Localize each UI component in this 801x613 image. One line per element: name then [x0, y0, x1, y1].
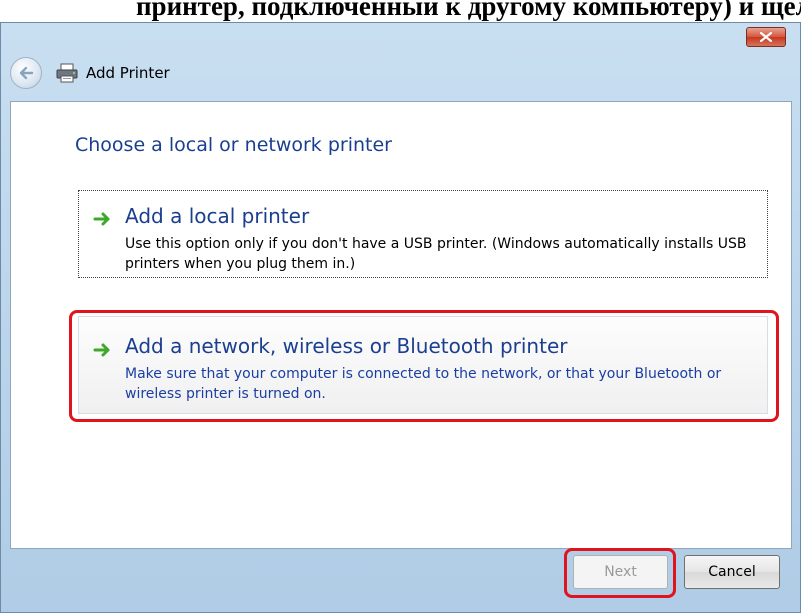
option-description: Use this option only if you don't have a… [125, 236, 747, 272]
add-printer-window: Add Printer Choose a local or network pr… [0, 22, 801, 613]
back-button[interactable] [10, 57, 42, 89]
network-option-highlight [69, 310, 779, 422]
option-title: Add a local printer [125, 204, 310, 228]
close-icon [760, 32, 772, 42]
green-arrow-icon [93, 212, 110, 226]
window-header: Add Printer [10, 53, 710, 93]
wizard-content: Choose a local or network printer Add a … [10, 101, 792, 549]
window-title: Add Printer [86, 64, 170, 82]
page-title: Choose a local or network printer [75, 134, 392, 156]
printer-icon [56, 63, 78, 83]
cancel-button[interactable]: Cancel [684, 555, 780, 589]
back-arrow-icon [19, 66, 34, 80]
next-button[interactable]: Next [573, 555, 668, 589]
close-button[interactable] [746, 27, 786, 47]
add-local-printer-option[interactable]: Add a local printer Use this option only… [78, 190, 768, 278]
